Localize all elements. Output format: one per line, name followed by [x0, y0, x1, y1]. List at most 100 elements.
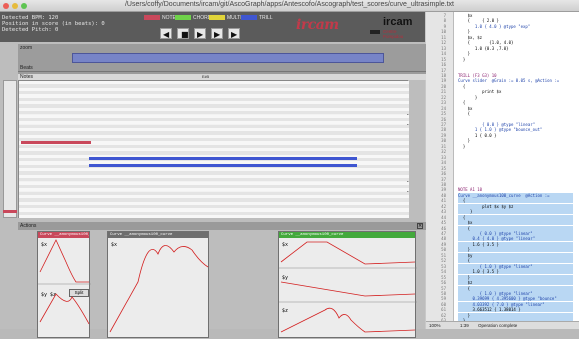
code-line[interactable]: NOTE A1 10: [458, 187, 482, 192]
curve-panel-1[interactable]: Curve __anonymous100_curve $x $y $z Spli…: [37, 231, 91, 338]
prev-button[interactable]: ▶: [194, 28, 206, 39]
code-line[interactable]: {: [458, 258, 573, 264]
line-number: 19: [441, 78, 446, 84]
code-line[interactable]: 1 { 0.0 }: [458, 133, 497, 138]
curve-panel-2[interactable]: Curve __anonymous100_curve $x: [107, 231, 209, 338]
code-line[interactable]: }: [458, 312, 573, 318]
line-number: 56: [441, 280, 446, 286]
code-line[interactable]: {: [458, 100, 465, 105]
code-line[interactable]: $x, $z: [458, 35, 482, 40]
code-line[interactable]: {: [458, 285, 573, 291]
code-line[interactable]: 4.03392 { 7.0 } @type "linear": [458, 301, 573, 307]
legend-multi: MULTI: [209, 15, 242, 21]
code-line[interactable]: }: [458, 29, 470, 34]
code-line[interactable]: Curve slider @Grain := 0.05 s, @Action :…: [458, 78, 559, 83]
code-line[interactable]: {: [458, 225, 573, 231]
code-editor[interactable]: 7 8 9 10 11 12 13 14 15 16 17 18 19 20 21 22 23 24 25 26 27 2…: [426, 12, 579, 329]
panel1-curves: [38, 239, 91, 325]
code-line[interactable]: {: [458, 84, 465, 89]
line-number: 57: [441, 285, 446, 291]
trill-swatch: [241, 15, 257, 21]
curve-panel-3[interactable]: Curve __anonymous100_curve $x $y $z: [278, 231, 417, 338]
code-line[interactable]: }: [458, 138, 470, 143]
trill-bar[interactable]: [89, 157, 357, 160]
code-line[interactable]: $x: [458, 220, 573, 226]
line-number: 31: [441, 143, 446, 149]
code-line[interactable]: { 0.0 } @type "linear": [458, 231, 573, 236]
code-line[interactable]: }: [458, 57, 465, 62]
note-bar[interactable]: [21, 141, 91, 144]
code-line[interactable]: $y: [458, 252, 573, 258]
forward-button[interactable]: ▶: [228, 28, 240, 39]
actions-header: Actions ×: [18, 222, 426, 230]
code-line[interactable]: plot $x $y $z: [458, 203, 573, 209]
line-number: 17: [441, 67, 446, 73]
logo-sub2: Pompidou: [383, 34, 404, 39]
trill-bar[interactable]: [89, 164, 357, 167]
code-line[interactable]: $x: [458, 106, 473, 111]
code-line[interactable]: }: [458, 274, 573, 280]
code-line[interactable]: $x: [458, 13, 473, 18]
line-number: 22: [441, 94, 446, 100]
next-button[interactable]: ▶: [211, 28, 223, 39]
line-number: 30: [441, 138, 446, 144]
code-line[interactable]: print $x: [458, 89, 501, 94]
code-line[interactable]: 1 { 1.0 } @type "bounce_out": [458, 127, 542, 132]
code-line[interactable]: {: [458, 198, 573, 204]
line-number: 11: [441, 34, 446, 40]
status-bar: 100% 1:39 Operation complete: [426, 321, 579, 329]
code-line[interactable]: }: [458, 51, 470, 56]
line-number: 10: [441, 29, 446, 35]
code-line[interactable]: 1.6 { 3.5 }: [458, 241, 573, 247]
line-number: 35: [441, 165, 446, 171]
note-bar[interactable]: [3, 210, 17, 213]
code-line[interactable]: }: [458, 247, 573, 253]
line-number: 25: [441, 111, 446, 117]
piano-roll[interactable]: [18, 80, 409, 219]
ircam-logo-word: ircam: [383, 16, 413, 28]
line-number: 26: [441, 116, 446, 122]
line-number: 49: [441, 241, 446, 247]
line-number: 13: [441, 45, 446, 51]
line-number: 61: [441, 307, 446, 313]
code-line[interactable]: { 1.0 } @type "linear": [458, 290, 573, 296]
stop-button[interactable]: ■: [177, 28, 189, 39]
line-number: 47: [441, 231, 446, 236]
line-number: 18: [441, 72, 446, 78]
line-number: 8: [443, 18, 446, 24]
close-icon[interactable]: ×: [417, 223, 423, 229]
line-number: 15: [441, 56, 446, 62]
code-line[interactable]: }: [458, 144, 465, 149]
code-line[interactable]: }: [458, 209, 573, 215]
code-line[interactable]: {: [458, 111, 470, 116]
code-line[interactable]: 0.39699 { 4.395600 } @type "bounce": [458, 296, 573, 302]
code-line[interactable]: {: [458, 214, 573, 220]
code-line[interactable]: 3.663512 { 1.38014 }: [458, 307, 573, 313]
line-number: 45: [441, 220, 446, 226]
zoom-window[interactable]: [72, 53, 384, 63]
line-number: 7: [443, 13, 446, 18]
line-number: 53: [441, 263, 446, 269]
zoom-area[interactable]: zoom Beats: [18, 44, 426, 74]
line-number: 9: [443, 23, 446, 29]
window-title: /Users/coffy/Documents/ircam/git/AscoGra…: [124, 1, 454, 8]
code-line[interactable]: 1.0 { 3.5 }: [458, 269, 573, 275]
line-number: 33: [441, 154, 446, 160]
note-swatch: [144, 15, 160, 21]
multi-swatch: [209, 15, 225, 21]
code-line[interactable]: { 1.0 } @type "linear": [458, 263, 573, 269]
code-line[interactable]: Curve __anonymous100_curve @Action :=: [458, 192, 573, 198]
legend-trill: TRILL: [241, 15, 273, 21]
code-line[interactable]: { 0.0 } @type "linear": [458, 122, 535, 127]
code-line[interactable]: }: [458, 95, 477, 100]
code-line[interactable]: 0.4 { 4.0 } @type "linear": [458, 236, 573, 242]
code-line[interactable]: 1.0 { 4.0 } @type "exp": [458, 24, 530, 29]
code-line[interactable]: $z: [458, 280, 573, 286]
code-line[interactable]: TRILL (F3 G3) 10: [458, 73, 497, 78]
line-number: 40: [441, 192, 446, 198]
play-button[interactable]: ◀: [160, 28, 172, 39]
code-line[interactable]: { { 2.0 }: [458, 18, 499, 23]
code-line[interactable]: { {1.0, 4.0}: [458, 40, 514, 45]
app-window: /Users/coffy/Documents/ircam/git/AscoGra…: [0, 0, 579, 338]
code-line[interactable]: 1.0 {0.3 ,7.0}: [458, 46, 509, 51]
